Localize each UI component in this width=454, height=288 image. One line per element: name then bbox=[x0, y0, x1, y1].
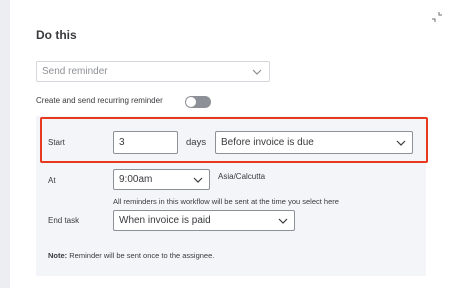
chevron-down-icon bbox=[278, 218, 288, 224]
recurring-reminder-label: Create and send recurring reminder bbox=[36, 96, 163, 105]
time-hint: All reminders in this workflow will be s… bbox=[113, 197, 339, 206]
toggle-knob bbox=[186, 97, 196, 107]
note-text: Reminder will be sent once to the assign… bbox=[69, 251, 215, 260]
chevron-down-icon bbox=[193, 177, 203, 183]
end-task-select[interactable]: When invoice is paid bbox=[113, 210, 295, 231]
action-select-value: Send reminder bbox=[42, 66, 108, 77]
note-prefix: Note: bbox=[48, 251, 68, 260]
chevron-down-icon bbox=[252, 69, 262, 75]
time-select[interactable]: 9:00am bbox=[113, 169, 210, 190]
timezone-label: Asia/Calcutta bbox=[218, 172, 266, 181]
time-value: 9:00am bbox=[119, 174, 153, 185]
section-title: Do this bbox=[36, 28, 77, 42]
collapse-icon[interactable] bbox=[431, 11, 443, 23]
start-row-highlight bbox=[40, 117, 428, 163]
reminder-note: Note: Reminder will be sent once to the … bbox=[48, 251, 214, 260]
end-task-label: End task bbox=[48, 216, 80, 225]
at-label: At bbox=[48, 176, 56, 185]
recurring-reminder-toggle[interactable] bbox=[185, 96, 211, 108]
action-select[interactable]: Send reminder bbox=[36, 61, 270, 82]
end-task-value: When invoice is paid bbox=[119, 215, 211, 226]
